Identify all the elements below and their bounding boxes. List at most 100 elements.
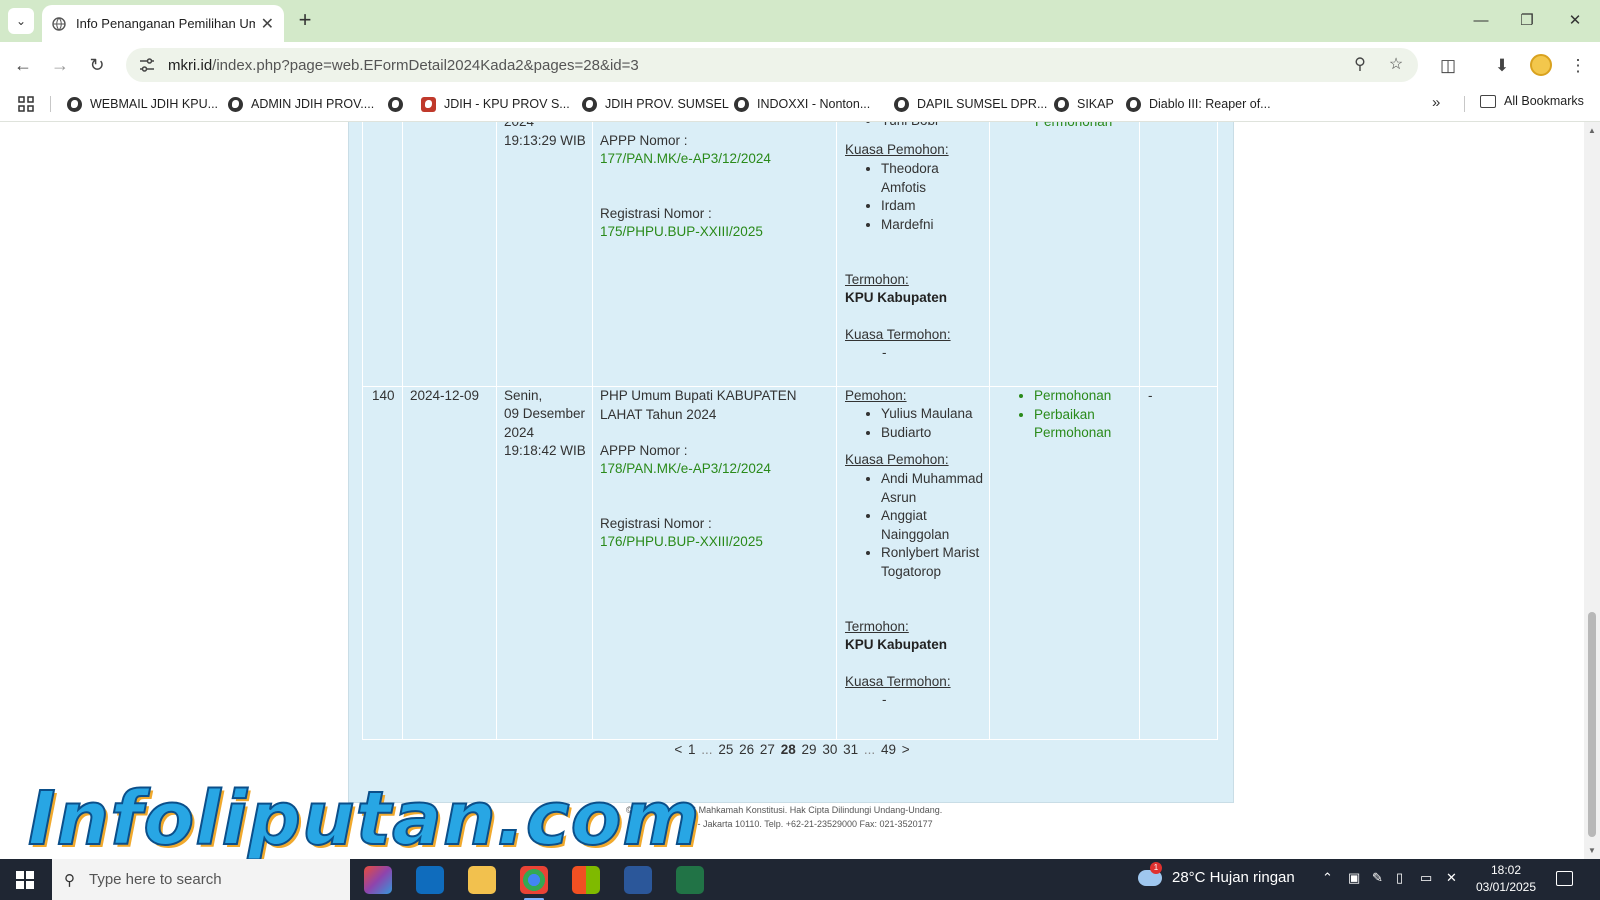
url-text[interactable]: mkri.id/index.php?page=web.EFormDetail20… xyxy=(168,57,1334,74)
document-list: Permohonan Perbaikan Permohonan xyxy=(998,387,1138,443)
registrasi-label: Registrasi Nomor : xyxy=(600,206,712,221)
menu-kebab-icon[interactable]: ⋮ xyxy=(1566,54,1590,78)
kuasa-pemohon-list: Andi Muhammad Asrun Anggiat Nainggolan R… xyxy=(845,470,985,581)
back-arrow-icon[interactable]: ← xyxy=(10,52,36,78)
col-divider xyxy=(496,122,497,739)
kuasa-pemohon-label: Kuasa Pemohon: xyxy=(845,142,949,157)
pager-page[interactable]: 1 xyxy=(688,742,696,757)
browser-tab[interactable]: Info Penanganan Pemilihan Um ✕ xyxy=(42,5,284,42)
bookmark-item[interactable]: Diablo III: Reaper of... xyxy=(1126,94,1271,114)
globe-icon xyxy=(388,96,403,112)
apps-grid-icon[interactable] xyxy=(18,96,34,112)
page-scrollbar[interactable]: ▲ ▼ xyxy=(1584,122,1600,859)
more-bookmarks-icon[interactable]: » xyxy=(1432,94,1440,111)
restore-icon[interactable]: ❐ xyxy=(1512,8,1542,34)
notification-icon[interactable] xyxy=(1556,871,1573,886)
tab-search-button[interactable]: ⌄ xyxy=(8,8,34,34)
weather-widget[interactable]: 28°C Hujan ringan xyxy=(1138,861,1295,886)
bookmark-item[interactable]: JDIH PROV. SUMSEL xyxy=(582,94,729,114)
pemohon-label: Pemohon: xyxy=(845,388,907,403)
pager-page[interactable]: 26 xyxy=(739,742,754,757)
meet-icon[interactable]: ▯ xyxy=(1396,870,1403,886)
microsoft-store-icon[interactable] xyxy=(572,866,600,894)
row-number: 140 xyxy=(372,388,395,403)
termohon-label: Termohon: xyxy=(845,619,909,634)
kuasa-pemohon-item: Andi Muhammad Asrun xyxy=(881,470,985,507)
scrollbar-thumb[interactable] xyxy=(1588,612,1596,837)
close-window-icon[interactable]: ✕ xyxy=(1560,8,1590,34)
tab-title: Info Penanganan Pemilihan Um xyxy=(76,16,255,31)
forward-arrow-icon[interactable]: → xyxy=(47,52,73,78)
reload-icon[interactable]: ↻ xyxy=(84,52,110,78)
bookmark-item[interactable]: JDIH - KPU PROV S... xyxy=(421,94,570,114)
pager-prev[interactable]: < xyxy=(674,742,682,757)
pen-icon[interactable]: ✎ xyxy=(1372,870,1383,886)
registrasi-number-link[interactable]: 176/PHPU.BUP-XXIII/2025 xyxy=(600,533,763,552)
pager-page[interactable]: 27 xyxy=(760,742,775,757)
all-bookmarks-button[interactable]: All Bookmarks xyxy=(1480,94,1584,108)
zoom-icon[interactable]: ⚲ xyxy=(1350,55,1370,75)
windows-start-icon[interactable] xyxy=(16,871,34,889)
row-tanggal-lengkap: 09 Desember 2024 xyxy=(504,406,586,440)
battery-icon[interactable]: ▭ xyxy=(1420,870,1432,886)
network-icon[interactable]: ▣ xyxy=(1348,870,1360,886)
excel-app-icon[interactable] xyxy=(676,866,704,894)
termohon-value: KPU Kabupaten xyxy=(845,637,948,652)
pager-page[interactable]: 49 xyxy=(881,742,896,757)
profile-avatar-icon[interactable] xyxy=(1530,54,1552,76)
bookmark-item[interactable] xyxy=(388,94,411,114)
document-link[interactable]: Perbaikan Permohonan xyxy=(1034,406,1138,443)
system-clock[interactable]: 18:02 03/01/2025 xyxy=(1474,862,1538,896)
close-tab-icon[interactable]: ✕ xyxy=(261,14,274,34)
pager-next[interactable]: > xyxy=(902,742,910,757)
globe-icon xyxy=(67,96,82,112)
copilot-app-icon[interactable] xyxy=(364,866,392,894)
appp-number-link[interactable]: 177/PAN.MK/e-AP3/12/2024 xyxy=(600,150,771,169)
scroll-down-icon[interactable]: ▼ xyxy=(1587,846,1597,855)
chrome-app-icon[interactable] xyxy=(520,866,548,900)
row-time: 19:18:42 WIB xyxy=(504,443,586,458)
bookmark-item[interactable]: WEBMAIL JDIH KPU... xyxy=(67,94,218,114)
site-settings-icon[interactable] xyxy=(138,56,156,74)
pemohon-list: Yuni Bobi xyxy=(845,122,985,131)
taskbar-search-box[interactable]: ⚲ Type here to search xyxy=(52,859,350,900)
volume-muted-icon[interactable]: ✕ xyxy=(1446,870,1457,886)
address-bar[interactable]: mkri.id/index.php?page=web.EFormDetail20… xyxy=(126,48,1418,82)
outlook-app-icon[interactable] xyxy=(416,866,444,894)
extensions-icon[interactable]: ◫ xyxy=(1436,54,1460,78)
star-icon[interactable]: ☆ xyxy=(1386,55,1406,75)
bookmark-item[interactable]: INDOXXI - Nonton... xyxy=(734,94,870,114)
pager-current-page: 28 xyxy=(780,742,796,757)
document-link[interactable]: Permohonan xyxy=(1035,122,1112,132)
appp-label: APPP Nomor : xyxy=(600,443,688,458)
case-table-panel xyxy=(348,122,1234,803)
pager-page[interactable]: 25 xyxy=(718,742,733,757)
registrasi-number-link[interactable]: 175/PHPU.BUP-XXIII/2025 xyxy=(600,223,763,242)
document-link[interactable]: Permohonan xyxy=(1034,387,1138,406)
row-date-part: 2024 xyxy=(504,122,534,132)
bookmarks-bar: WEBMAIL JDIH KPU... ADMIN JDIH PROV.... … xyxy=(0,86,1600,122)
globe-icon xyxy=(1054,96,1069,112)
browser-titlebar: ⌄ Info Penanganan Pemilihan Um ✕ + — ❐ ✕ xyxy=(0,0,1600,42)
footer-address: 6 - Jakarta 10110. Telp. +62-21-23529000… xyxy=(690,819,933,829)
pager-page[interactable]: 29 xyxy=(802,742,817,757)
download-icon[interactable]: ⬇ xyxy=(1490,54,1514,78)
pager-page[interactable]: 31 xyxy=(843,742,858,757)
bookmark-item[interactable]: DAPIL SUMSEL DPR... xyxy=(894,94,1047,114)
kuasa-pemohon-list: Theodora Amfotis Irdam Mardefni xyxy=(845,160,985,234)
pemohon-item: Yuni Bobi xyxy=(881,122,985,131)
chevron-up-icon[interactable]: ⌃ xyxy=(1322,870,1333,886)
globe-icon xyxy=(1126,96,1141,112)
appp-number-link[interactable]: 178/PAN.MK/e-AP3/12/2024 xyxy=(600,460,771,479)
pager-page[interactable]: 30 xyxy=(822,742,837,757)
bookmark-item[interactable]: SIKAP xyxy=(1054,94,1114,114)
new-tab-button[interactable]: + xyxy=(293,9,317,33)
minimize-icon[interactable]: — xyxy=(1466,8,1496,34)
scroll-up-icon[interactable]: ▲ xyxy=(1587,126,1597,135)
bookmark-item[interactable]: ADMIN JDIH PROV.... xyxy=(228,94,374,114)
perkara-title: PHP Umum Bupati KABUPATEN LAHAT Tahun 20… xyxy=(600,388,797,422)
word-app-icon[interactable] xyxy=(624,866,652,894)
file-explorer-icon[interactable] xyxy=(468,866,496,894)
col-divider xyxy=(989,122,990,739)
page-viewport: 2024 19:13:29 WIB APPP Nomor : 177/PAN.M… xyxy=(0,122,1584,859)
